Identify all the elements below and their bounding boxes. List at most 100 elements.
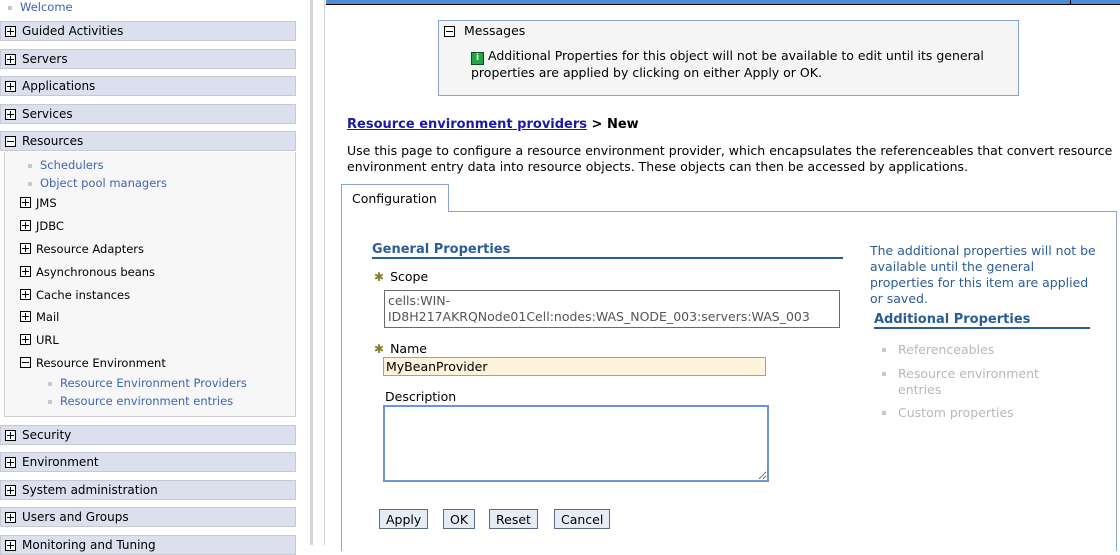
messages-box: Messages i Additional Properties for this… bbox=[438, 20, 1019, 96]
sidebar-scrollbar[interactable] bbox=[310, 0, 313, 545]
apply-button[interactable]: Apply bbox=[379, 509, 429, 529]
expand-icon bbox=[5, 109, 16, 120]
nav-category-environment[interactable]: Environment bbox=[0, 452, 296, 472]
category-label: Monitoring and Tuning bbox=[22, 538, 156, 552]
general-properties-heading: General Properties bbox=[372, 242, 843, 259]
nav-category-services[interactable]: Services bbox=[0, 104, 296, 124]
additional-item-referenceables: Referenceables bbox=[882, 342, 1078, 358]
item-label: Custom properties bbox=[898, 405, 1014, 420]
messages-title: Messages bbox=[464, 23, 526, 38]
main-content: Messages i Additional Properties for this… bbox=[326, 0, 1120, 551]
titlebar-button[interactable] bbox=[1070, 0, 1120, 5]
required-icon: ✱ bbox=[374, 342, 385, 356]
node-label: JMS bbox=[36, 196, 57, 210]
node-label: Cache instances bbox=[36, 288, 131, 302]
nav-node-jdbc[interactable]: JDBC bbox=[20, 219, 64, 233]
nav-link-resource-environment-entries[interactable]: Resource environment entries bbox=[48, 394, 233, 408]
welcome-label: Welcome bbox=[20, 0, 73, 14]
bullet-icon bbox=[882, 411, 886, 415]
collapse-icon bbox=[5, 136, 16, 147]
ok-button[interactable]: OK bbox=[443, 509, 476, 529]
category-label: Users and Groups bbox=[22, 510, 129, 524]
nav-category-security[interactable]: Security bbox=[0, 425, 296, 445]
expand-icon bbox=[5, 26, 16, 37]
message-text: i Additional Properties for this object w… bbox=[471, 48, 1016, 81]
portlet-titlebar bbox=[326, 0, 1076, 5]
node-label: Resource Adapters bbox=[36, 242, 145, 256]
expand-icon bbox=[5, 485, 16, 496]
expand-icon bbox=[20, 289, 31, 300]
nav-link-resource-environment-providers[interactable]: Resource Environment Providers bbox=[48, 376, 247, 390]
category-label: Servers bbox=[22, 52, 68, 66]
reset-button[interactable]: Reset bbox=[489, 509, 538, 529]
nav-category-users-and-groups[interactable]: Users and Groups bbox=[0, 507, 296, 527]
node-label: JDBC bbox=[36, 219, 64, 233]
name-label: ✱ Name bbox=[374, 341, 427, 356]
message-body: Additional Properties for this object wi… bbox=[471, 48, 984, 80]
description-label: Description bbox=[385, 389, 457, 404]
scope-value: cells:WIN- ID8H217AKRQNode01Cell:nodes:WA… bbox=[384, 290, 840, 328]
tab-label: Configuration bbox=[352, 191, 437, 206]
expand-icon bbox=[20, 334, 31, 345]
node-label: Mail bbox=[36, 310, 60, 324]
expand-icon bbox=[20, 243, 31, 254]
expand-icon bbox=[5, 54, 16, 65]
bullet-icon bbox=[882, 348, 886, 352]
link-label: Object pool managers bbox=[40, 176, 168, 190]
additional-item-custom-properties: Custom properties bbox=[882, 405, 1078, 421]
expand-icon bbox=[20, 266, 31, 277]
tab-configuration[interactable]: Configuration bbox=[341, 184, 449, 212]
node-label: Asynchronous beans bbox=[36, 265, 156, 279]
cancel-button[interactable]: Cancel bbox=[554, 509, 611, 529]
nav-category-guided-activities[interactable]: Guided Activities bbox=[0, 21, 296, 41]
nav-node-resource-environment[interactable]: Resource Environment bbox=[20, 356, 166, 370]
category-label: Security bbox=[22, 428, 72, 442]
category-label: Applications bbox=[22, 79, 96, 93]
name-input[interactable] bbox=[383, 357, 766, 376]
navigation-sidebar: Welcome Guided Activities Servers Applic… bbox=[0, 0, 325, 555]
nav-welcome-link[interactable]: Welcome bbox=[8, 0, 73, 14]
bullet-icon bbox=[28, 181, 32, 186]
nav-category-resources[interactable]: Resources bbox=[0, 131, 296, 151]
category-label: Environment bbox=[22, 455, 99, 469]
item-label: Referenceables bbox=[898, 342, 995, 357]
nav-category-servers[interactable]: Servers bbox=[0, 49, 296, 69]
bullet-icon bbox=[8, 5, 12, 10]
nav-node-mail[interactable]: Mail bbox=[20, 310, 59, 324]
nav-node-resource-adapters[interactable]: Resource Adapters bbox=[20, 242, 144, 256]
nav-node-asynchronous-beans[interactable]: Asynchronous beans bbox=[20, 265, 155, 279]
collapse-icon[interactable] bbox=[444, 26, 455, 37]
breadcrumb-separator: > bbox=[587, 117, 607, 132]
description-textarea[interactable] bbox=[383, 405, 769, 482]
nav-node-jms[interactable]: JMS bbox=[20, 196, 57, 210]
nav-category-monitoring-and-tuning[interactable]: Monitoring and Tuning bbox=[0, 535, 296, 555]
additional-item-resource-environment-entries: Resource environment entries bbox=[882, 366, 1078, 398]
additional-properties-note: The additional properties will not be av… bbox=[870, 243, 1096, 306]
info-icon: i bbox=[471, 52, 484, 65]
bullet-icon bbox=[28, 163, 32, 168]
expand-icon bbox=[20, 220, 31, 231]
nav-node-cache-instances[interactable]: Cache instances bbox=[20, 288, 130, 302]
breadcrumb: Resource environment providers > New bbox=[347, 117, 639, 132]
page-description: Use this page to configure a resource en… bbox=[347, 143, 1113, 174]
link-label: Resource environment entries bbox=[60, 394, 234, 408]
item-label: Resource environment entries bbox=[898, 366, 1039, 397]
expand-icon bbox=[5, 81, 16, 92]
expand-icon bbox=[5, 457, 16, 468]
category-label: Guided Activities bbox=[22, 24, 124, 38]
breadcrumb-current: New bbox=[606, 117, 639, 132]
nav-link-object-pool-managers[interactable]: Object pool managers bbox=[28, 176, 167, 190]
expand-icon bbox=[5, 430, 16, 441]
bullet-icon bbox=[882, 372, 886, 376]
link-label: Resource Environment Providers bbox=[60, 376, 247, 390]
nav-category-applications[interactable]: Applications bbox=[0, 76, 296, 96]
bullet-icon bbox=[48, 399, 52, 404]
expand-icon bbox=[5, 540, 16, 551]
expand-icon bbox=[5, 512, 16, 523]
nav-category-system-administration[interactable]: System administration bbox=[0, 480, 296, 500]
scope-label-text: Scope bbox=[390, 269, 429, 284]
nav-node-url[interactable]: URL bbox=[20, 333, 59, 347]
breadcrumb-link[interactable]: Resource environment providers bbox=[347, 117, 587, 132]
nav-link-schedulers[interactable]: Schedulers bbox=[28, 158, 104, 172]
category-label: Services bbox=[22, 107, 73, 121]
